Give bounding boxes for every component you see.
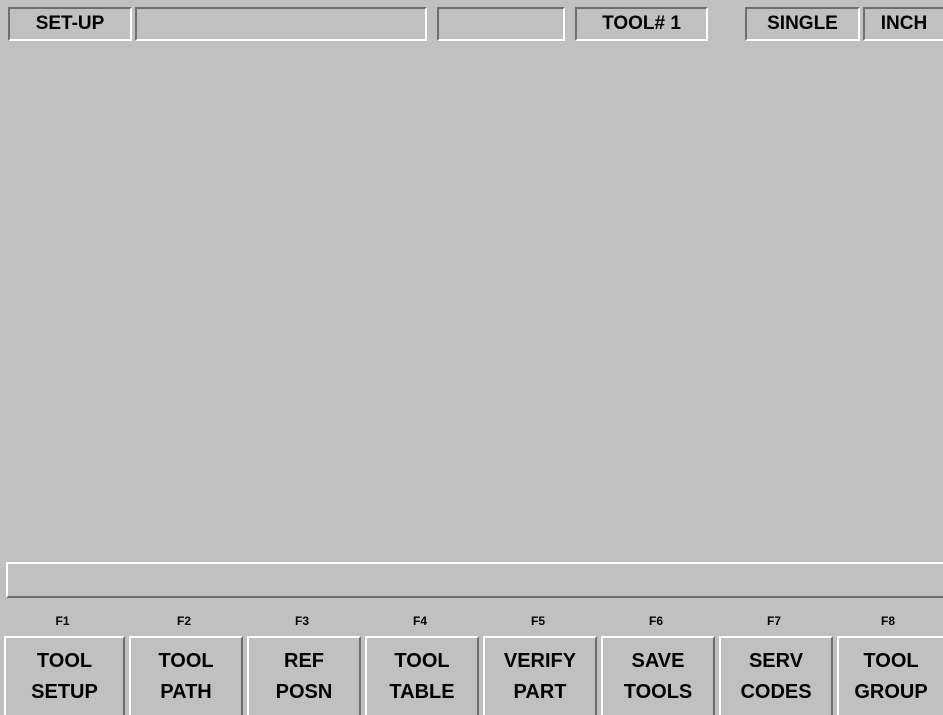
serv-codes-line2: CODES [740, 680, 812, 703]
function-key-bar: F1 TOOL SETUP F2 TOOL PATH F3 REF POSN F… [0, 606, 943, 715]
message-line [6, 562, 943, 598]
tool-group-line1: TOOL [863, 649, 919, 672]
tool-group-line2: GROUP [854, 680, 928, 703]
serv-codes-button[interactable]: SERV CODES [719, 636, 833, 715]
units-indicator: INCH [863, 7, 943, 41]
status-field-3 [437, 7, 565, 41]
f3-key-label: F3 [294, 614, 309, 628]
tool-indicator: TOOL# 1 [575, 7, 708, 41]
tool-path-line1: TOOL [158, 649, 214, 672]
serv-codes-line1: SERV [748, 649, 804, 672]
f5-key-slot: F5 VERIFY PART [479, 606, 597, 715]
f1-key-label: F1 [55, 614, 70, 628]
f4-key-slot: F4 TOOL TABLE [361, 606, 479, 715]
f5-key-label: F5 [530, 614, 545, 628]
verify-part-button[interactable]: VERIFY PART [483, 636, 597, 715]
mode-indicator: SET-UP [8, 7, 132, 41]
tool-path-line2: PATH [160, 680, 212, 703]
ref-posn-button[interactable]: REF POSN [247, 636, 361, 715]
f6-key-slot: F6 SAVE TOOLS [597, 606, 715, 715]
tool-setup-line2: SETUP [31, 680, 98, 703]
f8-key-slot: F8 TOOL GROUP [833, 606, 943, 715]
f2-key-slot: F2 TOOL PATH [125, 606, 243, 715]
tool-setup-button[interactable]: TOOL SETUP [4, 636, 125, 715]
save-tools-line2: TOOLS [623, 680, 693, 703]
verify-part-line2: PART [513, 680, 567, 703]
f3-key-slot: F3 REF POSN [243, 606, 361, 715]
f2-key-label: F2 [176, 614, 191, 628]
main-display-area [8, 45, 943, 559]
f1-key-slot: F1 TOOL SETUP [0, 606, 125, 715]
save-tools-button[interactable]: SAVE TOOLS [601, 636, 715, 715]
run-mode-indicator: SINGLE [745, 7, 860, 41]
tool-table-line1: TOOL [394, 649, 450, 672]
ref-posn-line1: REF [284, 649, 324, 672]
tool-setup-line1: TOOL [36, 649, 93, 672]
status-field-2 [135, 7, 427, 41]
status-bar: SET-UP TOOL# 1 SINGLE INCH [0, 0, 943, 45]
tool-group-button[interactable]: TOOL GROUP [837, 636, 943, 715]
verify-part-line1: VERIFY [503, 649, 577, 672]
save-tools-line1: SAVE [631, 649, 685, 672]
f4-key-label: F4 [412, 614, 427, 628]
tool-table-button[interactable]: TOOL TABLE [365, 636, 479, 715]
f8-key-label: F8 [880, 614, 895, 628]
tool-table-line2: TABLE [389, 680, 455, 703]
ref-posn-line2: POSN [275, 680, 333, 703]
tool-path-button[interactable]: TOOL PATH [129, 636, 243, 715]
f7-key-slot: F7 SERV CODES [715, 606, 833, 715]
f7-key-label: F7 [766, 614, 781, 628]
f6-key-label: F6 [648, 614, 663, 628]
